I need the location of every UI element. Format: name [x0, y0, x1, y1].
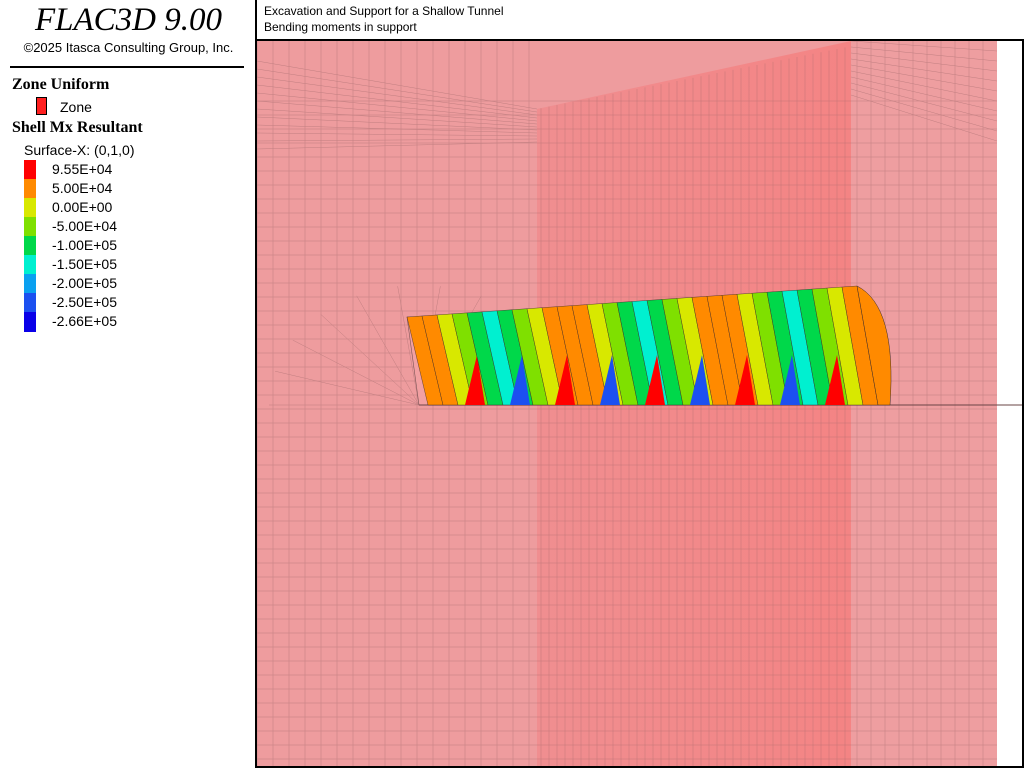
legend-label: -2.66E+05 — [52, 313, 117, 329]
model-viewport[interactable] — [257, 41, 1022, 766]
legend-divider — [10, 66, 244, 68]
legend-swatch — [24, 274, 36, 294]
model-view-svg — [257, 41, 1022, 766]
zone-section-title: Zone Uniform — [12, 76, 110, 93]
legend-swatch — [24, 179, 36, 199]
legend-swatch — [24, 217, 36, 237]
app-title: FLAC3D 9.00 — [34, 2, 222, 38]
legend-label: -5.00E+04 — [52, 218, 117, 234]
legend-swatch — [24, 293, 36, 313]
legend-swatch — [24, 198, 36, 218]
legend-panel: FLAC3D 9.00 ©2025 Itasca Consulting Grou… — [0, 0, 257, 768]
zone-item-label: Zone — [60, 99, 92, 115]
legend-label: -1.00E+05 — [52, 237, 117, 253]
model-block-edge — [997, 41, 1022, 766]
zone-color-swatch — [36, 97, 47, 115]
legend-label: 0.00E+00 — [52, 199, 113, 215]
plot-title-bar: Excavation and Support for a Shallow Tun… — [257, 0, 1024, 41]
surface-label: Surface-X: (0,1,0) — [24, 142, 135, 158]
legend-swatch — [24, 160, 36, 180]
plot-title-line-2: Bending moments in support — [264, 20, 417, 34]
legend-label: -2.50E+05 — [52, 294, 117, 310]
legend-label: -2.00E+05 — [52, 275, 117, 291]
legend-label: 9.55E+04 — [52, 161, 113, 177]
shell-section-title: Shell Mx Resultant — [12, 119, 143, 136]
plot-title-line-1: Excavation and Support for a Shallow Tun… — [264, 4, 504, 18]
legend-swatch — [24, 236, 36, 256]
copyright-text: ©2025 Itasca Consulting Group, Inc. — [23, 40, 234, 55]
legend-swatch — [24, 312, 36, 332]
legend-label: 5.00E+04 — [52, 180, 113, 196]
legend-swatch — [24, 255, 36, 275]
legend-label: -1.50E+05 — [52, 256, 117, 272]
